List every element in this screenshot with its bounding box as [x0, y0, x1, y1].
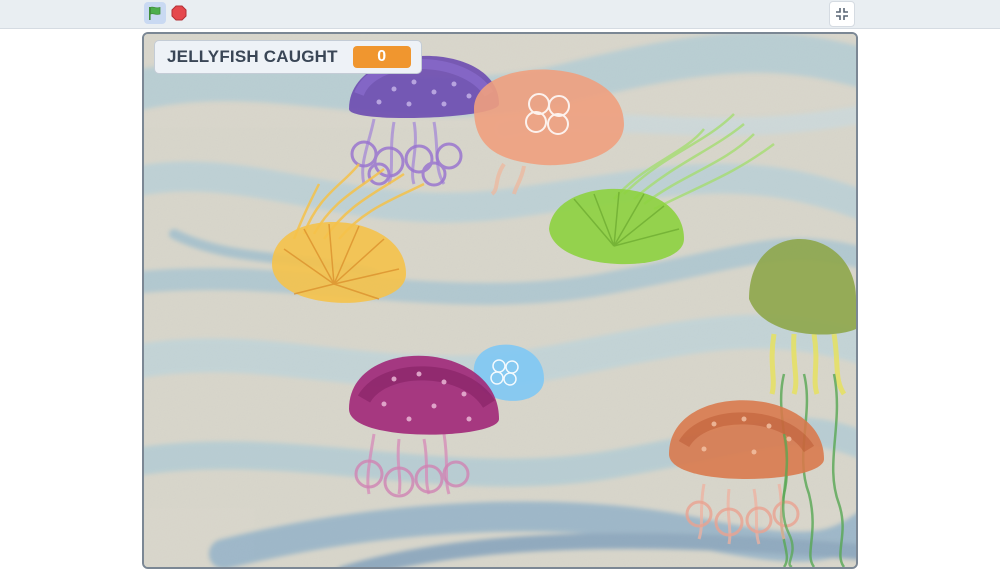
green-flag-button[interactable]: [144, 2, 166, 24]
stop-button[interactable]: [170, 4, 188, 22]
monitor-label: JELLYFISH CAUGHT: [167, 47, 338, 66]
monitor-value: 0: [352, 46, 411, 68]
unfullscreen-icon: [836, 8, 848, 20]
stage-header: [0, 0, 1000, 29]
fullscreen-toggle-button[interactable]: [829, 1, 855, 27]
stop-sign-icon: [171, 5, 187, 21]
stage[interactable]: JELLYFISH CAUGHT 0: [142, 32, 858, 569]
jellyfish-caught-monitor[interactable]: JELLYFISH CAUGHT 0: [154, 40, 422, 74]
green-flag-icon: [149, 6, 161, 20]
ocean-backdrop: [144, 34, 856, 567]
